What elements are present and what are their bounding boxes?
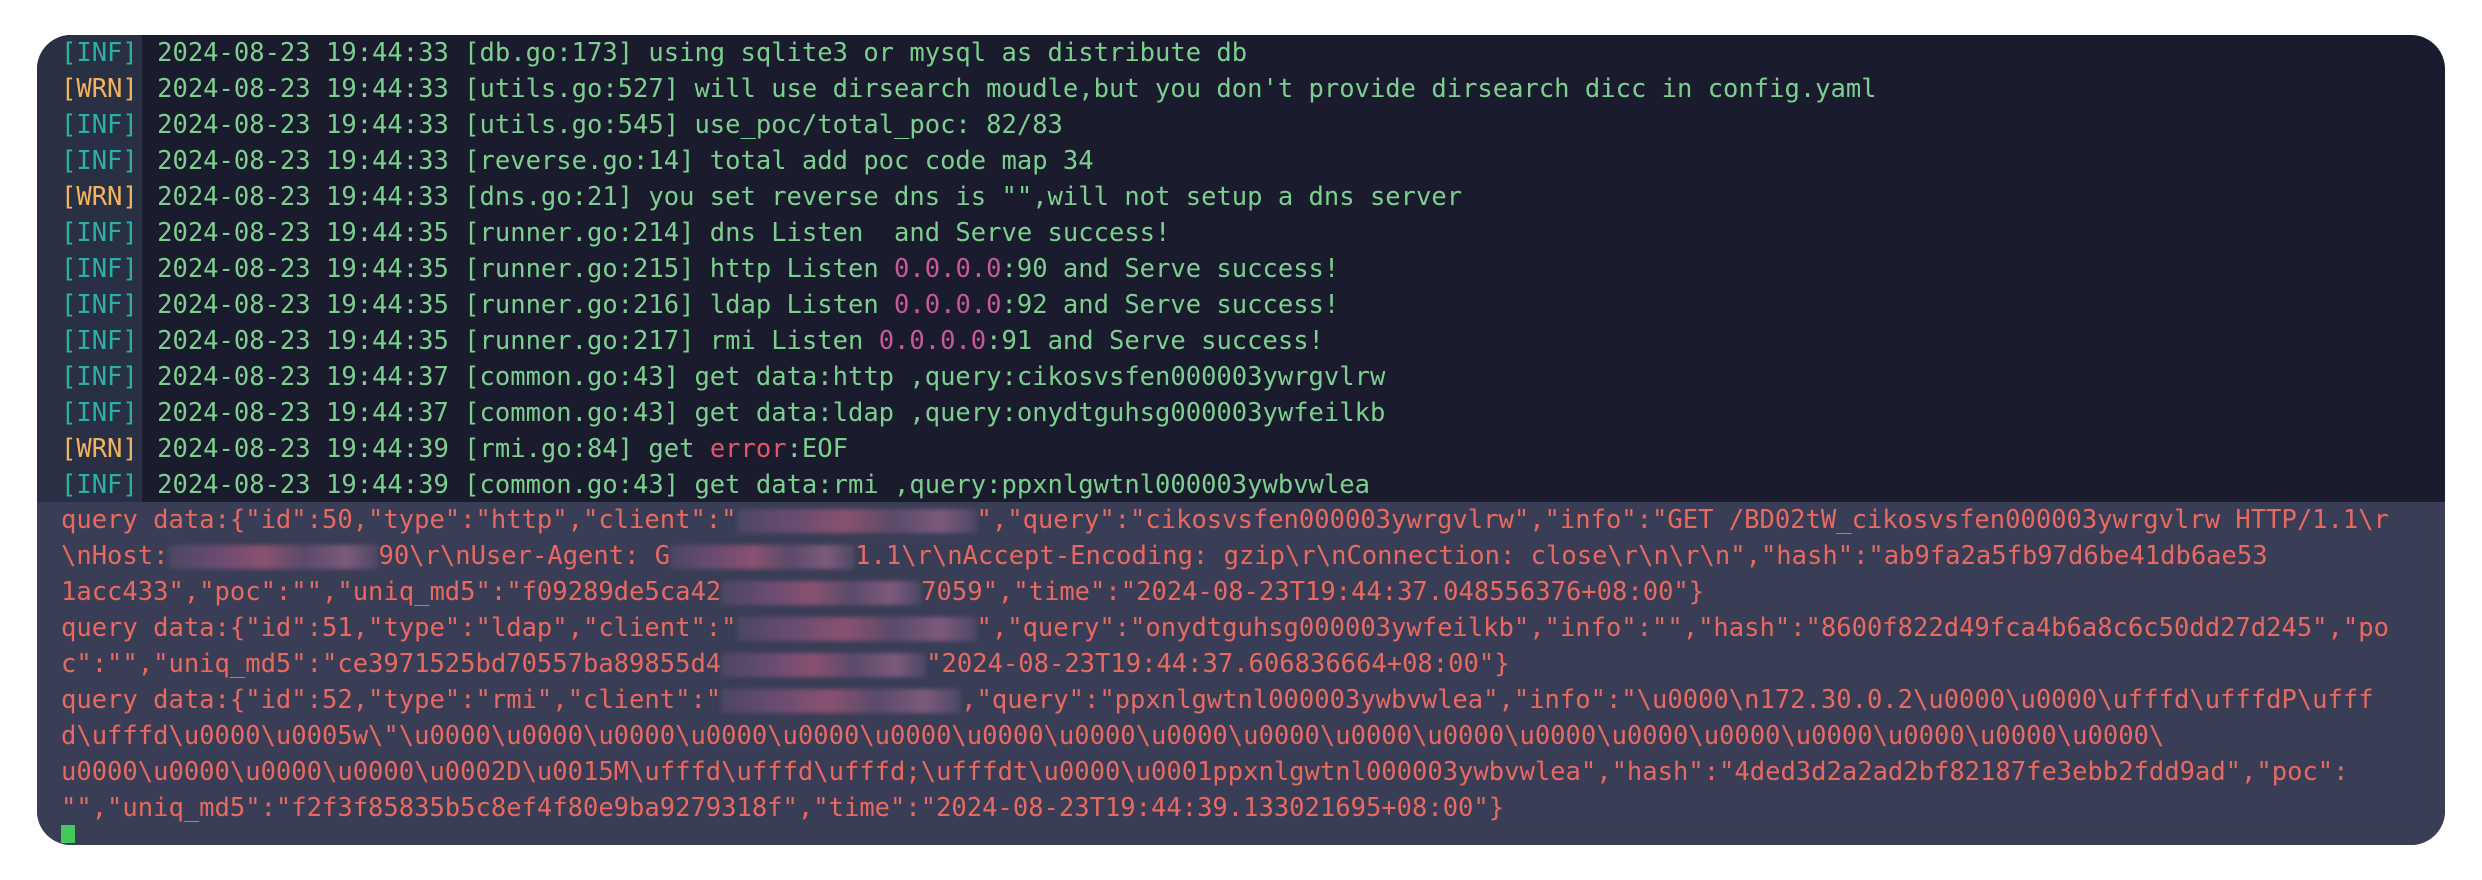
ip-address: 0.0.0.0 [878, 326, 987, 356]
query-text: \nHost: [61, 541, 169, 571]
log-message: 2024-08-23 19:44:33 [reverse.go:14] tota… [141, 146, 1094, 176]
log-line: [INF] 2024-08-23 19:44:35 [runner.go:216… [37, 287, 2445, 323]
query-line: c":"","uniq_md5":"ce3971525bd70557ba8985… [37, 646, 2445, 682]
log-line: [WRN] 2024-08-23 19:44:33 [utils.go:527]… [37, 71, 2445, 107]
terminal-window[interactable]: [INF] 2024-08-23 19:44:33 [db.go:173] us… [37, 35, 2445, 845]
redacted-blur [168, 545, 379, 569]
ip-address: 0.0.0.0 [894, 254, 1002, 284]
log-message-suffix: :EOF [786, 434, 848, 464]
log-line: [INF] 2024-08-23 19:44:35 [runner.go:214… [37, 215, 2445, 251]
query-text: ,"query":"ppxnlgwtnl000003ywbvwlea","inf… [961, 685, 2374, 715]
query-text: "2024-08-23T19:44:37.606836664+08:00"} [926, 649, 1510, 679]
query-line: \nHost: 90\r\nUser-Agent: G 1.1\r\nAccept-… [37, 538, 2445, 574]
log-message: 2024-08-23 19:44:39 [common.go:43] get d… [141, 470, 1370, 500]
log-level-badge: [INF] [37, 395, 142, 431]
query-data-output: query data:{"id":50,"type":"http","clien… [37, 502, 2445, 845]
query-line: d\ufffd\u0000\u0005w\"\u0000\u0000\u0000… [37, 718, 2445, 754]
query-text: ","query":"cikosvsfen000003ywrgvlrw","in… [976, 505, 2389, 535]
query-text: query data:{"id":52,"type":"rmi","client… [61, 685, 722, 715]
query-text: 1acc433","poc":"","uniq_md5":"f09289de5c… [61, 577, 722, 607]
query-text: d\ufffd\u0000\u0005w\"\u0000\u0000\u0000… [61, 721, 2165, 751]
log-line: [INF] 2024-08-23 19:44:33 [db.go:173] us… [37, 35, 2445, 71]
log-level-badge: [WRN] [37, 431, 142, 467]
query-text: c":"","uniq_md5":"ce3971525bd70557ba8985… [61, 649, 722, 679]
log-level-badge: [WRN] [37, 71, 142, 107]
log-level-badge: [INF] [37, 287, 142, 323]
log-level-badge: [INF] [37, 215, 142, 251]
log-line: [WRN] 2024-08-23 19:44:33 [dns.go:21] yo… [37, 179, 2445, 215]
log-level-badge: [INF] [37, 107, 142, 143]
redacted-blur [736, 617, 977, 641]
log-message-suffix: :92 and Serve success! [1001, 290, 1340, 320]
redacted-blur [721, 653, 927, 677]
terminal-cursor [61, 825, 75, 843]
query-line: query data:{"id":51,"type":"ldap","clien… [37, 610, 2445, 646]
log-message-suffix: :90 and Serve success! [1001, 254, 1340, 284]
log-message: 2024-08-23 19:44:35 [runner.go:217] rmi … [141, 326, 879, 356]
log-message: 2024-08-23 19:44:35 [runner.go:215] http… [141, 254, 895, 284]
query-text: ","query":"onydtguhsg000003ywfeilkb","in… [976, 613, 2389, 643]
query-text: 90\r\nUser-Agent: G [378, 541, 671, 571]
log-line: [INF] 2024-08-23 19:44:37 [common.go:43]… [37, 359, 2445, 395]
log-level-badge: [INF] [37, 359, 142, 395]
redacted-blur [670, 545, 856, 569]
query-text: u0000\u0000\u0000\u0000\u0002D\u0015M\uf… [61, 757, 2349, 787]
log-message: 2024-08-23 19:44:39 [rmi.go:84] get [141, 434, 710, 464]
log-level-badge: [INF] [37, 323, 142, 359]
query-text: "","uniq_md5":"f2f3f85835b5c8ef4f80e9ba9… [61, 793, 1505, 823]
log-message: 2024-08-23 19:44:37 [common.go:43] get d… [141, 398, 1386, 428]
log-level-badge: [INF] [37, 467, 142, 503]
ip-address: 0.0.0.0 [894, 290, 1002, 320]
log-line: [INF] 2024-08-23 19:44:37 [common.go:43]… [37, 395, 2445, 431]
log-message: 2024-08-23 19:44:33 [utils.go:527] will … [141, 74, 1877, 104]
query-text: query data:{"id":50,"type":"http","clien… [61, 505, 737, 535]
log-line: [WRN] 2024-08-23 19:44:39 [rmi.go:84] ge… [37, 431, 2445, 467]
log-level-badge: [WRN] [37, 179, 142, 215]
log-output: [INF] 2024-08-23 19:44:33 [db.go:173] us… [37, 35, 2445, 503]
log-message-suffix: :91 and Serve success! [986, 326, 1324, 356]
log-level-badge: [INF] [37, 143, 142, 179]
query-text: 7059","time":"2024-08-23T19:44:37.048556… [921, 577, 1705, 607]
query-text: 1.1\r\nAccept-Encoding: gzip\r\nConnecti… [855, 541, 2268, 571]
error-keyword: error [709, 434, 787, 464]
log-level-badge: [INF] [37, 35, 142, 71]
query-line: query data:{"id":52,"type":"rmi","client… [37, 682, 2445, 718]
log-message: 2024-08-23 19:44:33 [dns.go:21] you set … [141, 182, 1463, 212]
redacted-blur [736, 509, 977, 533]
redacted-blur [721, 581, 922, 605]
query-line: u0000\u0000\u0000\u0000\u0002D\u0015M\uf… [37, 754, 2445, 790]
query-line: query data:{"id":50,"type":"http","clien… [37, 502, 2445, 538]
log-line: [INF] 2024-08-23 19:44:39 [common.go:43]… [37, 467, 2445, 503]
log-line: [INF] 2024-08-23 19:44:35 [runner.go:215… [37, 251, 2445, 287]
query-line: 1acc433","poc":"","uniq_md5":"f09289de5c… [37, 574, 2445, 610]
log-level-badge: [INF] [37, 251, 142, 287]
log-message: 2024-08-23 19:44:35 [runner.go:216] ldap… [141, 290, 895, 320]
log-message: 2024-08-23 19:44:37 [common.go:43] get d… [141, 362, 1386, 392]
log-line: [INF] 2024-08-23 19:44:33 [reverse.go:14… [37, 143, 2445, 179]
query-text: query data:{"id":51,"type":"ldap","clien… [61, 613, 737, 643]
log-message: 2024-08-23 19:44:35 [runner.go:214] dns … [141, 218, 1171, 248]
redacted-blur [721, 689, 962, 713]
log-line: [INF] 2024-08-23 19:44:33 [utils.go:545]… [37, 107, 2445, 143]
log-line: [INF] 2024-08-23 19:44:35 [runner.go:217… [37, 323, 2445, 359]
log-message: 2024-08-23 19:44:33 [utils.go:545] use_p… [141, 110, 1063, 140]
query-line: "","uniq_md5":"f2f3f85835b5c8ef4f80e9ba9… [37, 790, 2445, 826]
log-message: 2024-08-23 19:44:33 [db.go:173] using sq… [141, 38, 1248, 68]
